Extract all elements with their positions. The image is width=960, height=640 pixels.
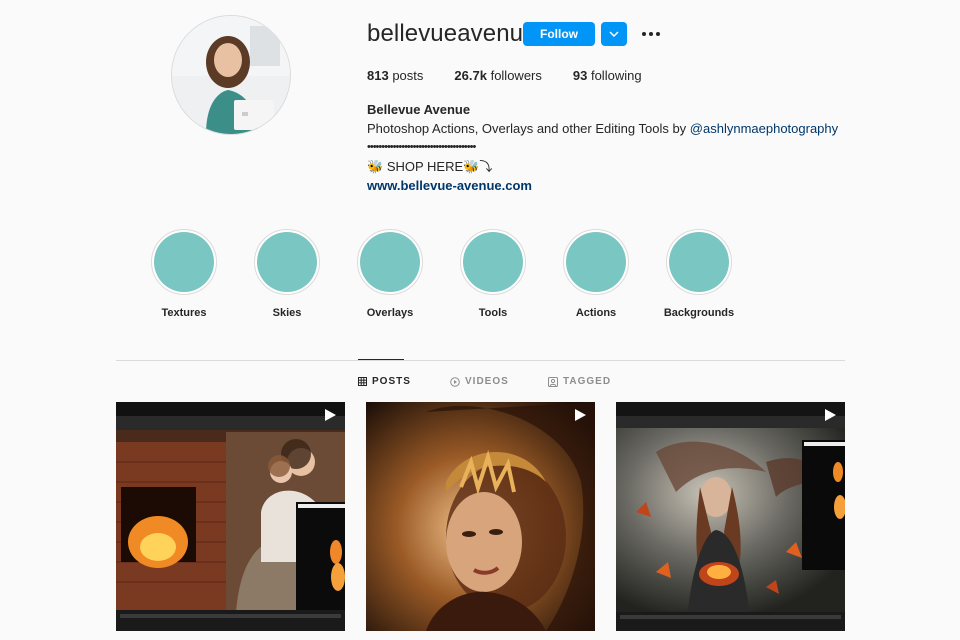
- highlight-tools[interactable]: Tools: [460, 229, 526, 319]
- bio-mention-link[interactable]: @ashlynmaephotography: [690, 121, 838, 136]
- bee-arrow-icon: 🐝⤵: [463, 159, 493, 174]
- profile-display-name: Bellevue Avenue: [367, 102, 471, 117]
- highlight-cover: [257, 232, 317, 292]
- suggested-dropdown-button[interactable]: [601, 22, 627, 46]
- tab-tagged-label: TAGGED: [563, 376, 612, 387]
- play-circle-icon: [450, 376, 460, 387]
- highlight-cover: [566, 232, 626, 292]
- post-tile[interactable]: [366, 402, 595, 631]
- story-highlights: Textures Skies Overlays Tools Actions Ba…: [116, 229, 846, 329]
- followers-count: 26.7k: [454, 68, 487, 83]
- highlight-label: Actions: [575, 307, 617, 319]
- shop-text: SHOP HERE: [386, 159, 464, 174]
- followers-stat[interactable]: 26.7k followers: [454, 68, 541, 83]
- bio-shop-line: 🐝 SHOP HERE🐝⤵: [367, 157, 838, 176]
- avatar-photo: [172, 16, 290, 134]
- grid-icon: [358, 377, 367, 386]
- highlight-textures[interactable]: Textures: [151, 229, 217, 319]
- highlight-backgrounds[interactable]: Backgrounds: [664, 229, 734, 319]
- active-tab-indicator: [358, 359, 404, 360]
- highlight-skies[interactable]: Skies: [254, 229, 320, 319]
- highlight-label: Skies: [272, 307, 302, 319]
- posts-count: 813: [367, 68, 389, 83]
- tab-videos-label: VIDEOS: [465, 376, 509, 387]
- followers-label: followers: [490, 68, 542, 83]
- highlight-cover: [360, 232, 420, 292]
- highlight-ring: [666, 229, 732, 295]
- highlight-cover: [463, 232, 523, 292]
- tab-posts[interactable]: POSTS: [358, 376, 411, 387]
- more-options-button[interactable]: [641, 26, 661, 42]
- tabs-divider: [116, 360, 845, 361]
- following-label: following: [590, 68, 642, 83]
- highlight-cover: [669, 232, 729, 292]
- post-image-fire-woman: [616, 402, 845, 631]
- highlight-label: Tools: [478, 307, 508, 319]
- bee-icon: 🐝: [367, 159, 384, 174]
- follow-button[interactable]: Follow: [523, 22, 595, 46]
- profile-avatar[interactable]: [171, 15, 291, 135]
- profile-username: bellevueavenue: [367, 20, 537, 47]
- profile-stats: 813 posts 26.7k followers 93 following: [367, 68, 673, 83]
- following-stat[interactable]: 93 following: [573, 68, 642, 83]
- post-tile[interactable]: [616, 402, 845, 631]
- post-tile[interactable]: [116, 402, 345, 631]
- highlight-label: Backgrounds: [663, 307, 735, 319]
- highlight-cover: [154, 232, 214, 292]
- posts-stat: 813 posts: [367, 68, 423, 83]
- profile-bio: Bellevue Avenue Photoshop Actions, Overl…: [367, 100, 838, 195]
- bio-description: Photoshop Actions, Overlays and other Ed…: [367, 119, 838, 138]
- highlight-ring: [254, 229, 320, 295]
- tab-videos[interactable]: VIDEOS: [450, 376, 509, 387]
- highlight-ring: [151, 229, 217, 295]
- website-link[interactable]: www.bellevue-avenue.com: [367, 178, 532, 193]
- highlight-actions[interactable]: Actions: [563, 229, 629, 319]
- highlight-ring: [460, 229, 526, 295]
- post-image-fireplace: [116, 402, 345, 631]
- following-count: 93: [572, 68, 588, 83]
- highlight-label: Textures: [161, 307, 207, 319]
- bio-dots-divider: ••••••••••••••••••••••••••••••••••••••: [367, 141, 476, 153]
- reel-play-icon: [575, 409, 586, 421]
- tag-icon: [548, 376, 558, 387]
- reel-play-icon: [825, 409, 836, 421]
- reel-play-icon: [325, 409, 336, 421]
- more-dots-icon: [642, 32, 660, 36]
- tab-tagged[interactable]: TAGGED: [548, 376, 611, 387]
- highlight-ring: [563, 229, 629, 295]
- chevron-down-icon: [609, 31, 619, 37]
- highlight-label: Overlays: [366, 307, 414, 319]
- highlight-ring: [357, 229, 423, 295]
- posts-label: posts: [392, 68, 424, 83]
- highlight-overlays[interactable]: Overlays: [357, 229, 423, 319]
- tab-posts-label: POSTS: [372, 376, 411, 387]
- post-image-golden-portrait: [366, 402, 595, 631]
- bio-text: Photoshop Actions, Overlays and other Ed…: [367, 121, 690, 136]
